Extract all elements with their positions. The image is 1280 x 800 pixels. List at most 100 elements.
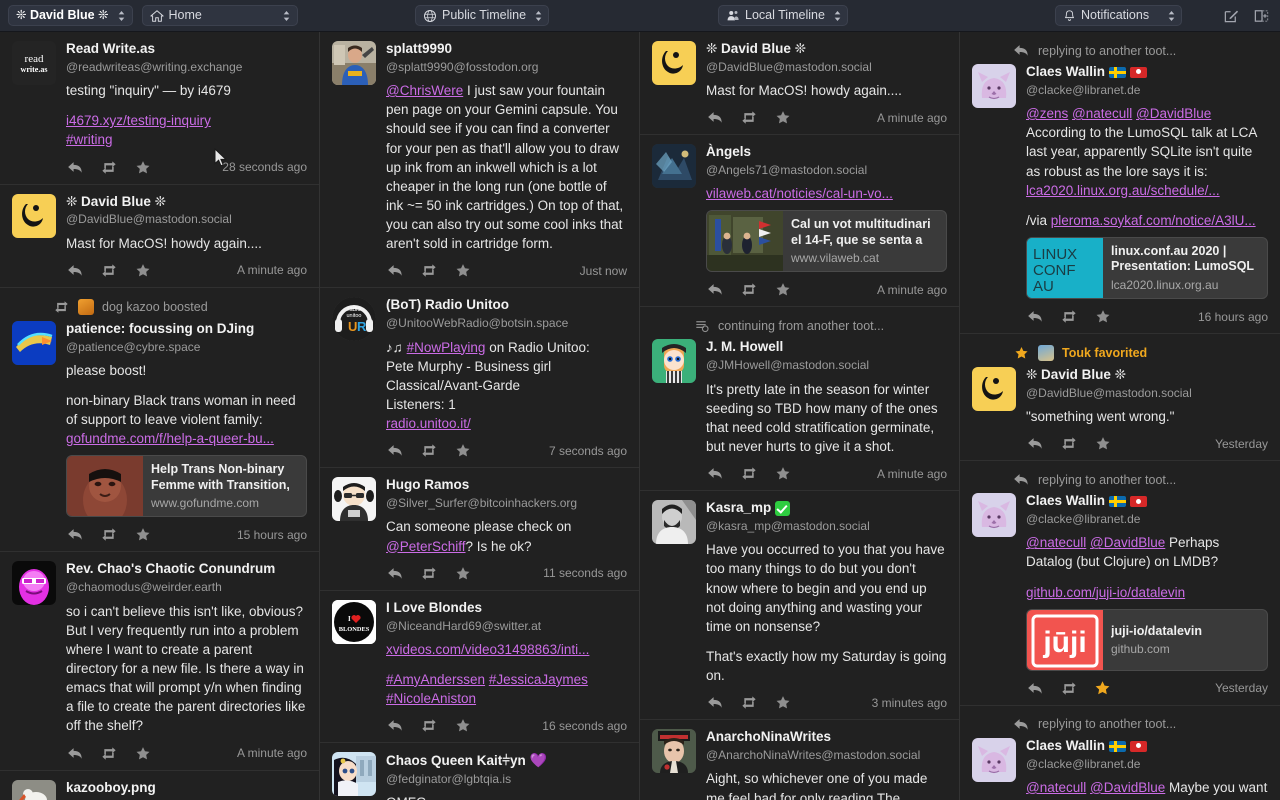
chevron-updown-icon[interactable]: [282, 8, 292, 23]
toot-hashtag-1[interactable]: #AmyAnderssen: [386, 672, 485, 687]
reply-icon[interactable]: [706, 109, 723, 126]
column-public-timeline[interactable]: splatt9990 @splatt9990@fosstodon.org @Ch…: [320, 32, 640, 800]
avatar[interactable]: [12, 193, 56, 238]
toot-hugo-ramos[interactable]: Hugo Ramos @Silver_Surfer@bitcoinhackers…: [320, 468, 639, 591]
avatar[interactable]: [332, 752, 376, 797]
column-notifications[interactable]: replying to another toot... Claes Wallin: [960, 32, 1280, 800]
boost-icon[interactable]: [100, 526, 117, 543]
avatar[interactable]: [12, 779, 56, 800]
chevron-updown-icon[interactable]: [1166, 8, 1176, 23]
favorite-icon[interactable]: [134, 526, 151, 543]
toot-mention-3[interactable]: @DavidBlue: [1136, 106, 1211, 121]
favorite-icon[interactable]: [454, 565, 471, 582]
notification-reply-2[interactable]: replying to another toot... Claes Wallin: [960, 461, 1280, 706]
avatar[interactable]: radio unitoo U R: [332, 297, 376, 342]
toot-patience[interactable]: dog kazoo boosted patience: focussing on…: [0, 288, 319, 553]
toot-link[interactable]: radio.unitoo.it/: [386, 416, 471, 431]
chevron-updown-icon[interactable]: [117, 8, 127, 23]
notification-favorite[interactable]: Touk favorited ❊ David Blue ❊ @DavidBlue…: [960, 334, 1280, 462]
favorite-icon[interactable]: [454, 262, 471, 279]
link-card[interactable]: Help Trans Non-binary Femme with Transit…: [66, 455, 307, 518]
boost-icon[interactable]: [100, 159, 117, 176]
reply-icon[interactable]: [66, 526, 83, 543]
reply-icon[interactable]: [66, 262, 83, 279]
toot-mention-1[interactable]: @natecull: [1026, 535, 1086, 550]
toot-link[interactable]: i4679.xyz/testing-inquiry: [66, 113, 211, 128]
favorite-icon[interactable]: [774, 281, 791, 298]
avatar[interactable]: [972, 367, 1016, 411]
boost-icon[interactable]: [420, 262, 437, 279]
link-card[interactable]: LINUX CONF AU linux.conf.au 2020 | Present…: [1026, 237, 1268, 299]
toot-davidblue-home[interactable]: ❊ David Blue ❊ @DavidBlue@mastodon.socia…: [0, 185, 319, 288]
reply-icon[interactable]: [66, 745, 83, 762]
boost-icon[interactable]: [420, 442, 437, 459]
avatar[interactable]: [652, 729, 696, 774]
avatar[interactable]: [332, 41, 376, 85]
favorite-icon[interactable]: [134, 745, 151, 762]
toot-mention-2[interactable]: @DavidBlue: [1090, 780, 1165, 795]
toot-iloveblondes[interactable]: I BLONDES I Love Blondes @NiceandHard69@s…: [320, 591, 639, 744]
avatar[interactable]: [972, 64, 1016, 108]
boost-icon[interactable]: [420, 565, 437, 582]
toot-mention-2[interactable]: @natecull: [1072, 106, 1132, 121]
toot-chaomodus[interactable]: Rev. Chao's Chaotic Conundrum @chaomodus…: [0, 552, 319, 771]
avatar[interactable]: [652, 144, 696, 189]
notification-reply-1[interactable]: replying to another toot... Claes Wallin: [960, 32, 1280, 334]
reply-icon[interactable]: [386, 565, 403, 582]
avatar[interactable]: [972, 737, 1016, 782]
toot-hashtag-3[interactable]: #NicoleAniston: [386, 691, 476, 706]
boost-icon[interactable]: [1060, 680, 1077, 697]
favorite-icon[interactable]: [134, 262, 151, 279]
reply-icon[interactable]: [706, 694, 723, 711]
toot-link[interactable]: github.com/juji-io/datalevin: [1026, 585, 1185, 600]
toot-mention[interactable]: @PeterSchiff: [386, 539, 466, 554]
column-picker-public[interactable]: Public Timeline: [415, 5, 549, 26]
toot-link[interactable]: xvideos.com/video31498863/inti...: [386, 642, 589, 657]
reply-icon[interactable]: [386, 442, 403, 459]
toot-chaos-queen[interactable]: Chaos Queen Kait⫩yn 💜 @fedginator@lgbtqi…: [320, 743, 639, 800]
favorite-icon[interactable]: [454, 717, 471, 734]
boost-icon[interactable]: [100, 262, 117, 279]
avatar[interactable]: [652, 41, 696, 85]
toot-hashtag-2[interactable]: #JessicaJaymes: [489, 672, 588, 687]
boost-icon[interactable]: [740, 109, 757, 126]
reply-icon[interactable]: [66, 159, 83, 176]
column-picker-notifications[interactable]: Notifications: [1055, 5, 1182, 26]
favorite-icon[interactable]: [774, 465, 791, 482]
reply-icon[interactable]: [1026, 435, 1043, 452]
reply-icon[interactable]: [1026, 680, 1043, 697]
toot-mention[interactable]: @ChrisWere: [386, 83, 463, 98]
toot-link-2[interactable]: pleroma.soykaf.com/notice/A3lU...: [1051, 213, 1256, 228]
reply-icon[interactable]: [706, 281, 723, 298]
favorite-icon[interactable]: [1094, 308, 1111, 325]
link-card[interactable]: Cal un vot multitudinari el 14-F, que se…: [706, 210, 947, 273]
boost-icon[interactable]: [1060, 308, 1077, 325]
toot-link-1[interactable]: lca2020.linux.org.au/schedule/...: [1026, 183, 1220, 198]
toot-davidblue-local[interactable]: ❊ David Blue ❊ @DavidBlue@mastodon.socia…: [640, 32, 959, 136]
favorite-icon[interactable]: [774, 694, 791, 711]
avatar[interactable]: [972, 493, 1016, 538]
link-card[interactable]: jūji juji-io/datalevin github.com: [1026, 608, 1268, 671]
toot-hashtag[interactable]: #NowPlaying: [407, 340, 486, 355]
toot-mention-2[interactable]: @DavidBlue: [1090, 535, 1165, 550]
toot-readwriteas[interactable]: read write.as Read Write.as @readwriteas@…: [0, 32, 319, 185]
boost-icon[interactable]: [740, 281, 757, 298]
reply-icon[interactable]: [706, 465, 723, 482]
avatar[interactable]: I BLONDES: [332, 599, 376, 644]
account-picker[interactable]: ❊ David Blue ❊: [8, 5, 133, 26]
favorite-icon-active[interactable]: [1094, 680, 1111, 697]
chevron-updown-icon[interactable]: [533, 8, 543, 23]
toot-anarchonina[interactable]: AnarchoNinaWrites @AnarchoNinaWrites@mas…: [640, 720, 959, 800]
avatar[interactable]: read write.as: [12, 41, 56, 85]
boost-icon[interactable]: [420, 717, 437, 734]
toot-kasra[interactable]: Kasra_mp @kasra_mp@mastodon.social Have …: [640, 491, 959, 721]
favoriter-avatar[interactable]: [1038, 345, 1054, 361]
column-picker-local[interactable]: Local Timeline: [718, 5, 848, 26]
favorite-icon[interactable]: [1094, 435, 1111, 452]
avatar[interactable]: [12, 320, 56, 365]
favorite-icon[interactable]: [454, 442, 471, 459]
avatar[interactable]: [652, 339, 696, 384]
compose-button[interactable]: [1218, 4, 1244, 28]
notification-reply-3[interactable]: replying to another toot... Claes Wallin: [960, 706, 1280, 800]
boost-icon[interactable]: [740, 465, 757, 482]
